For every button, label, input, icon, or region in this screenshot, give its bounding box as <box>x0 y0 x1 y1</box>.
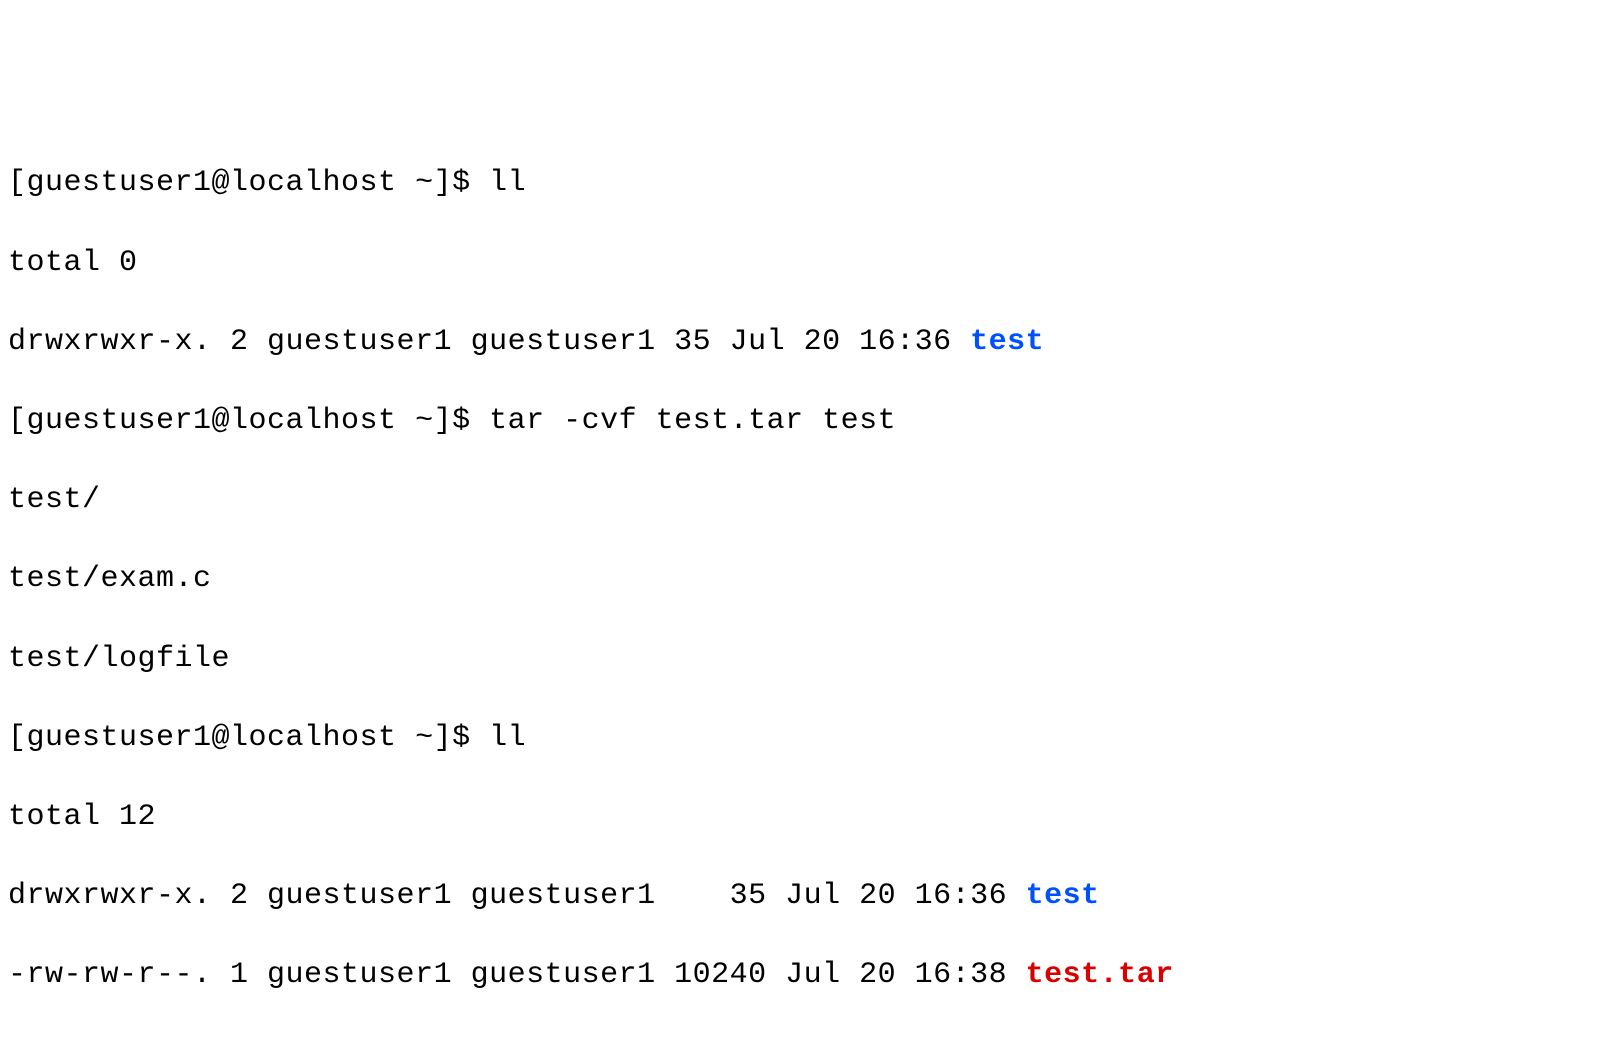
terminal-output-line: test/ <box>8 481 1599 521</box>
command-text: tar -cvf test.tar test <box>489 404 896 438</box>
terminal-line-prompt: [guestuser1@localhost ~]$ tar -cvf test.… <box>8 402 1599 442</box>
terminal-output-total: total 0 <box>8 244 1599 284</box>
file-details: drwxrwxr-x. 2 guestuser1 guestuser1 35 J… <box>8 325 970 359</box>
terminal-output-entry: -rw-rw-r--. 1 guestuser1 guestuser1 1024… <box>8 956 1599 996</box>
terminal-output-line: test/logfile <box>8 640 1599 680</box>
file-details: drwxrwxr-x. 2 guestuser1 guestuser1 35 J… <box>8 879 1026 913</box>
terminal-output-entry: drwxrwxr-x. 2 guestuser1 guestuser1 35 J… <box>8 323 1599 363</box>
command-text: ll <box>489 166 526 200</box>
command-text: ll <box>489 721 526 755</box>
terminal-output-entry: drwxrwxr-x. 2 guestuser1 guestuser1 35 J… <box>8 877 1599 917</box>
terminal-line-prompt: [guestuser1@localhost ~]$ ll <box>8 164 1599 204</box>
directory-name: test <box>1026 879 1100 913</box>
terminal-output-total: total 12 <box>8 798 1599 838</box>
directory-name: test <box>970 325 1044 359</box>
terminal-output-line: test/exam.c <box>8 560 1599 600</box>
terminal-line-prompt: [guestuser1@localhost ~]$ ll <box>8 719 1599 759</box>
archive-name: test.tar <box>1026 958 1174 992</box>
shell-prompt: [guestuser1@localhost ~]$ <box>8 166 489 200</box>
shell-prompt: [guestuser1@localhost ~]$ <box>8 721 489 755</box>
shell-prompt: [guestuser1@localhost ~]$ <box>8 404 489 438</box>
file-details: -rw-rw-r--. 1 guestuser1 guestuser1 1024… <box>8 958 1026 992</box>
